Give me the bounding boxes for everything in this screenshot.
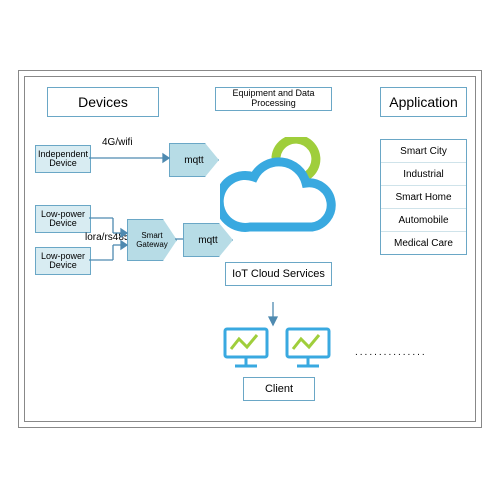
- cloud-icon: [220, 137, 340, 247]
- app-item-4: Medical Care: [381, 231, 466, 254]
- label-4g-wifi: 4G/wifi: [102, 137, 133, 148]
- box-low-power-device-2: Low-power Device: [35, 247, 91, 275]
- box-independent-device: Independent Device: [35, 145, 91, 173]
- app-item-2: Smart Home: [381, 185, 466, 208]
- monitor-icon-2: [283, 325, 333, 371]
- app-item-0: Smart City: [381, 140, 466, 162]
- ellipsis: ...............: [355, 347, 427, 358]
- box-low-power-device-1: Low-power Device: [35, 205, 91, 233]
- label-lora-rs485: lora/rs485: [85, 232, 129, 243]
- heading-application: Application: [380, 87, 467, 117]
- application-list: Smart City Industrial Smart Home Automob…: [380, 139, 467, 255]
- heading-processing: Equipment and Data Processing: [215, 87, 332, 111]
- heading-devices: Devices: [47, 87, 159, 117]
- box-smart-gateway: Smart Gateway: [127, 219, 177, 261]
- app-item-3: Automobile: [381, 208, 466, 231]
- monitor-icon-1: [221, 325, 271, 371]
- diagram-frame-inner: Devices Equipment and Data Processing Ap…: [24, 76, 476, 422]
- diagram-frame-outer: Devices Equipment and Data Processing Ap…: [18, 70, 482, 428]
- label-client: Client: [243, 377, 315, 401]
- app-item-1: Industrial: [381, 162, 466, 185]
- label-iot-cloud: IoT Cloud Services: [225, 262, 332, 286]
- box-mqtt-1: mqtt: [169, 143, 219, 177]
